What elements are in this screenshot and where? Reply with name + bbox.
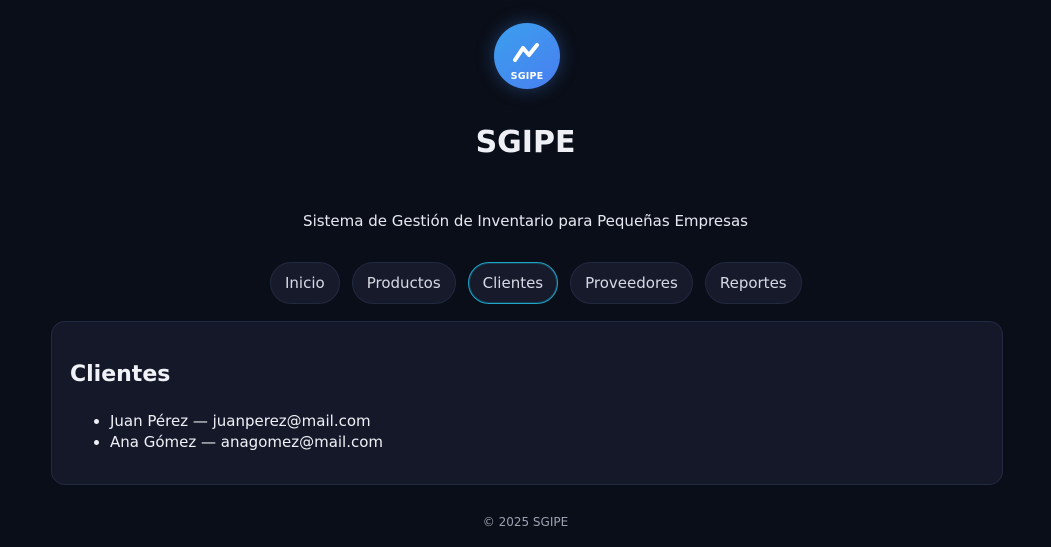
nav-inicio-button[interactable]: Inicio (270, 262, 340, 304)
nav-proveedores-button[interactable]: Proveedores (570, 262, 693, 304)
footer-copyright: © 2025 SGIPE (482, 515, 569, 529)
client-list-item: Ana Gómez — anagomez@mail.com (110, 432, 383, 453)
section-title: Clientes (70, 362, 171, 387)
app-logo: SGIPE (494, 23, 560, 89)
nav-clientes-button[interactable]: Clientes (467, 262, 559, 304)
client-list-item: Juan Pérez — juanperez@mail.com (110, 411, 383, 432)
app-title: SGIPE (475, 125, 576, 160)
logo-text: SGIPE (510, 71, 544, 82)
main-nav: Inicio Productos Clientes Proveedores Re… (270, 262, 802, 304)
nav-reportes-button[interactable]: Reportes (704, 262, 802, 304)
client-list: Juan Pérez — juanperez@mail.com Ana Góme… (110, 411, 383, 453)
nav-productos-button[interactable]: Productos (351, 262, 456, 304)
chart-zigzag-icon (513, 43, 539, 62)
app-page: SGIPE SGIPE Sistema de Gestión de Invent… (0, 0, 1051, 547)
clients-card: Clientes Juan Pérez — juanperez@mail.com… (51, 321, 1003, 485)
app-subtitle: Sistema de Gestión de Inventario para Pe… (303, 212, 748, 230)
